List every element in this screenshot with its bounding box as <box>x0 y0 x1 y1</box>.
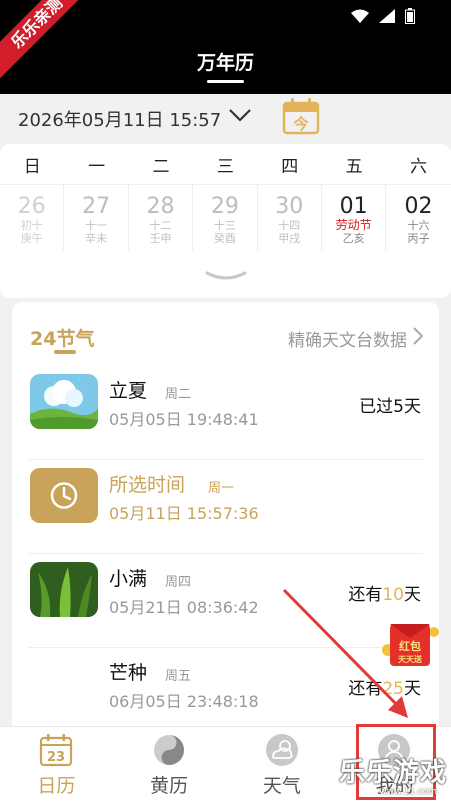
weekday-label: 二 <box>152 157 170 177</box>
ganzhi-day: 丙子 <box>407 232 430 245</box>
term-weekday: 周一 <box>208 481 235 496</box>
term-name: 芒种 <box>109 662 148 684</box>
nav-calendar[interactable]: 23 日历 <box>0 727 113 801</box>
lixia-thumbnail <box>30 374 98 429</box>
day-cell[interactable]: 26 初十 庚午 <box>0 185 65 251</box>
term-time: 05月11日 15:57:36 <box>109 504 259 523</box>
expand-chevron-icon[interactable] <box>205 270 247 284</box>
nav-almanac[interactable]: 黄历 <box>113 727 226 801</box>
yinyang-icon <box>153 735 184 765</box>
term-weekday: 周四 <box>165 575 192 590</box>
calendar-icon: 23 <box>39 734 73 767</box>
ganzhi-day: 癸酉 <box>213 232 236 245</box>
ganzhi-day: 辛未 <box>85 232 108 245</box>
solar-term-row[interactable]: 立夏 周二 05月05日 19:48:41 已过5天 <box>12 366 439 460</box>
xiaoman-thumbnail <box>30 562 98 617</box>
day-cell[interactable]: 02 十六 丙子 <box>386 185 450 251</box>
term-status: 已过5天 <box>359 392 421 417</box>
lunar-day: 十三 <box>213 219 236 232</box>
term-weekday: 周二 <box>165 387 192 402</box>
term-time: 05月05日 19:48:41 <box>109 410 259 429</box>
day-cell[interactable]: 29 十三 癸酉 <box>193 185 258 251</box>
clock-icon <box>30 468 98 523</box>
term-name: 所选时间 <box>109 474 186 496</box>
weather-icon <box>265 734 298 766</box>
term-time: 06月05日 23:48:18 <box>109 692 259 711</box>
day-cell[interactable]: 27 十一 辛未 <box>64 185 129 251</box>
nav-label: 天气 <box>262 775 301 797</box>
watermark-text: 乐乐游戏 <box>338 758 447 788</box>
weekday-label: 五 <box>345 157 363 177</box>
title-underline <box>54 350 76 354</box>
calendar-card: 日 一 二 三 四 五 六 26 初十 庚午 27 十一 辛未 28 十二 壬申… <box>0 144 451 298</box>
ganzhi-day: 甲戌 <box>278 232 301 245</box>
solar-terms-title: 24节气 <box>30 328 95 350</box>
weekday-label: 日 <box>23 157 41 177</box>
lunar-day: 十一 <box>85 219 108 232</box>
day-number: 29 <box>210 194 239 219</box>
day-number: 28 <box>146 194 175 219</box>
chevron-right-icon[interactable] <box>411 326 425 346</box>
date-value[interactable]: 2026年05月11日 15:57 <box>18 106 221 132</box>
nav-label: 黄历 <box>150 775 189 797</box>
day-number: 26 <box>17 194 46 219</box>
astronomy-data-link[interactable]: 精确天文台数据 <box>288 326 407 351</box>
ganzhi-day: 乙亥 <box>342 232 365 245</box>
signal-icon <box>379 9 395 23</box>
term-name: 小满 <box>109 568 148 590</box>
battery-icon <box>405 8 415 24</box>
lunar-day: 十二 <box>149 219 172 232</box>
app-header: 万年历 <box>0 34 451 94</box>
day-number: 01 <box>339 194 368 219</box>
weekday-label: 四 <box>281 157 299 177</box>
weekday-label: 三 <box>216 157 234 177</box>
lunar-day: 初十 <box>20 219 43 232</box>
date-selector[interactable]: 2026年05月11日 15:57 <box>0 94 451 142</box>
annotation-arrow <box>282 588 408 718</box>
today-label: 今 <box>292 115 308 133</box>
weekday-label: 一 <box>88 157 106 177</box>
watermark-url: www.11.com <box>379 787 437 797</box>
selected-time-row[interactable]: 所选时间 周一 05月11日 15:57:36 <box>12 460 439 554</box>
weekday-label: 六 <box>410 157 428 177</box>
term-time: 05月21日 08:36:42 <box>109 598 259 617</box>
week-row: 26 初十 庚午 27 十一 辛未 28 十二 壬申 29 十三 癸酉 30 十… <box>0 184 451 251</box>
day-cell[interactable]: 28 十二 壬申 <box>129 185 194 251</box>
day-cell[interactable]: 01 劳动节 乙亥 <box>322 185 387 251</box>
wifi-icon <box>351 9 369 23</box>
holiday-label: 劳动节 <box>335 218 372 232</box>
page-title: 万年历 <box>196 52 254 74</box>
title-underline <box>207 80 244 83</box>
today-button[interactable]: 今 <box>281 96 321 136</box>
weekday-header: 日 一 二 三 四 五 六 <box>0 152 451 177</box>
nav-weather[interactable]: 天气 <box>226 727 339 801</box>
ganzhi-day: 庚午 <box>20 232 43 245</box>
status-text: 已过5天 <box>359 397 421 417</box>
calendar-icon-date: 23 <box>47 750 65 765</box>
chevron-down-icon[interactable] <box>228 106 252 124</box>
day-number: 27 <box>82 194 111 219</box>
term-weekday: 周五 <box>165 669 192 684</box>
lunar-day: 十六 <box>407 219 430 232</box>
ganzhi-day: 壬申 <box>149 232 172 245</box>
day-number: 30 <box>275 194 304 219</box>
nav-label: 日历 <box>37 775 76 797</box>
day-cell[interactable]: 30 十四 甲戌 <box>258 185 322 251</box>
calendar-today-icon: 今 <box>282 98 320 135</box>
lunar-day: 十四 <box>278 219 301 232</box>
day-number: 02 <box>404 194 433 219</box>
term-name: 立夏 <box>109 380 148 402</box>
